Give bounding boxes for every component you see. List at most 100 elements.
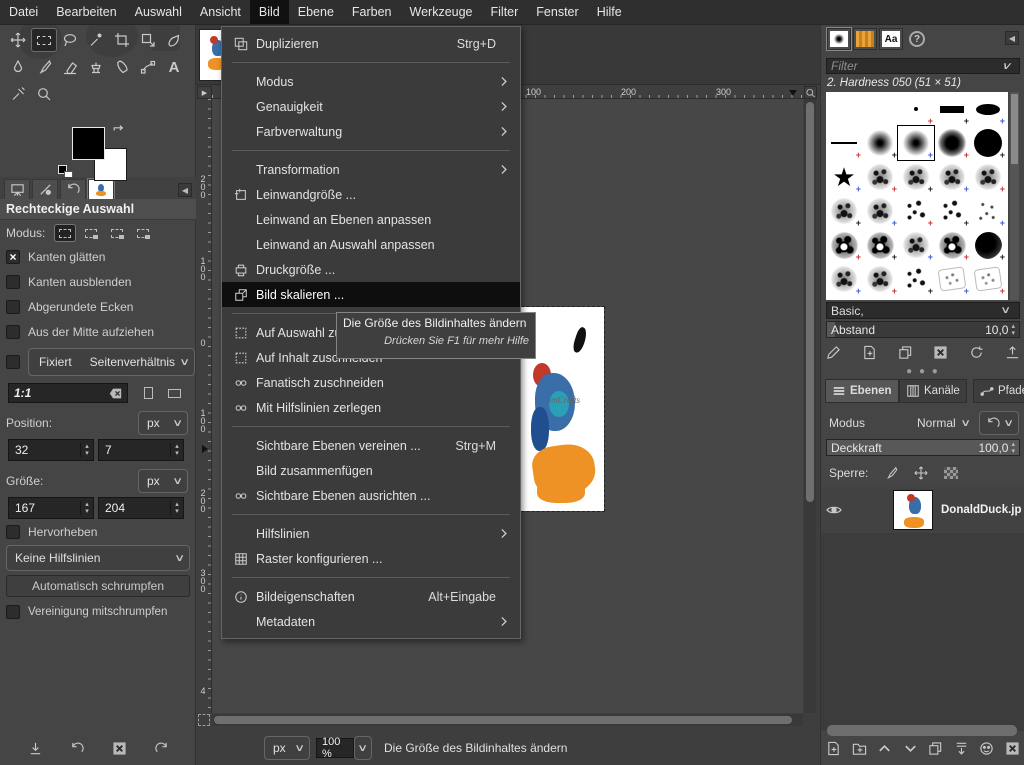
fixed-dropdown[interactable]: Fixiert Seitenverhältnis ∨ (28, 348, 195, 376)
menubar-item-fenster[interactable]: Fenster (527, 0, 587, 24)
layer-thumbnail[interactable] (893, 490, 933, 530)
brush-item[interactable]: ★+ (826, 160, 862, 194)
mode-replace-button[interactable] (55, 225, 75, 241)
menu-item-bild-skalieren[interactable]: Bild skalieren ... (222, 282, 520, 307)
menu-item-duplizieren[interactable]: DuplizierenStrg+D (222, 31, 520, 56)
fixed-checkbox[interactable] (6, 355, 20, 369)
free-select-tool[interactable] (58, 29, 82, 51)
fuzzy-select-tool[interactable] (84, 29, 108, 51)
brush-item[interactable]: + (862, 160, 898, 194)
landscape-icon[interactable] (164, 384, 184, 402)
brush-item[interactable]: + (970, 262, 1006, 296)
brush-item[interactable]: + (934, 194, 970, 228)
menu-item-bild-zusammenfügen[interactable]: Bild zusammenfügen (222, 458, 520, 483)
layer-opacity-slider[interactable]: Deckkraft 100,0 ▴▾ (826, 439, 1020, 456)
clone-tool[interactable] (84, 56, 108, 78)
menubar-item-filter[interactable]: Filter (482, 0, 528, 24)
menu-item-transformation[interactable]: Transformation (222, 157, 520, 182)
brush-item[interactable]: + (934, 126, 970, 160)
crop-tool[interactable] (110, 29, 134, 51)
layer-mode-dropdown[interactable]: Normal∨ (917, 416, 969, 430)
menu-item-raster-konfigurieren[interactable]: Raster konfigurieren ... (222, 546, 520, 571)
brush-group-dropdown[interactable]: Basic,∨ (826, 302, 1020, 319)
tab-undo-history[interactable] (60, 179, 86, 199)
color-picker-tool[interactable] (6, 83, 30, 105)
position-y-spinner[interactable]: 7▴▾ (98, 439, 184, 461)
lock-pixels-icon[interactable] (884, 466, 898, 480)
mode-subtract-button[interactable] (107, 225, 127, 241)
mode-intersect-button[interactable] (133, 225, 153, 241)
clear-icon[interactable] (109, 387, 122, 400)
brush-item[interactable]: + (934, 262, 970, 296)
position-unit-dropdown[interactable]: px∨ (138, 411, 188, 435)
brush-item[interactable]: + (934, 92, 970, 126)
brush-item[interactable] (826, 92, 862, 126)
foreground-color-swatch[interactable] (72, 127, 105, 160)
new-brush-icon[interactable] (862, 345, 877, 360)
brush-item[interactable]: + (898, 126, 934, 160)
statusbar-zoom-value[interactable]: 100 % (316, 738, 354, 758)
brush-item[interactable]: + (862, 228, 898, 262)
brush-item[interactable]: + (970, 160, 1006, 194)
menubar-item-hilfe[interactable]: Hilfe (588, 0, 631, 24)
brush-spacing-slider[interactable]: Abstand 10,0 ▴▾ (826, 321, 1020, 338)
refresh-brushes-icon[interactable] (969, 345, 984, 360)
brush-item[interactable]: + (862, 194, 898, 228)
tab-image-thumbnail[interactable] (88, 179, 114, 199)
menubar-item-ebene[interactable]: Ebene (289, 0, 343, 24)
duplicate-brush-icon[interactable] (898, 345, 913, 360)
eraser-tool[interactable] (58, 56, 82, 78)
checkbox-aus-der-mitte-aufziehen[interactable] (6, 325, 20, 339)
collapse-right-dock-icon[interactable]: ◀ (1005, 31, 1019, 45)
layer-row[interactable]: DonaldDuck.jp (821, 487, 1024, 533)
shrink-merged-checkbox[interactable] (6, 605, 20, 619)
collapse-left-dock-icon[interactable]: ◀ (178, 183, 192, 197)
delete-layer-icon[interactable] (1005, 741, 1020, 756)
statusbar-unit-dropdown[interactable]: px∨ (264, 736, 310, 760)
transform-tool[interactable] (136, 29, 160, 51)
brush-item[interactable]: + (862, 126, 898, 160)
brush-filter-input[interactable]: Filter ∨ (826, 58, 1020, 74)
tab-device-status[interactable] (32, 179, 58, 199)
rectangle-select-tool[interactable] (32, 29, 56, 51)
menu-item-fanatisch-zuschneiden[interactable]: Fanatisch zuschneiden (222, 370, 520, 395)
paintbrush-tool[interactable] (32, 56, 56, 78)
layer-visibility-icon[interactable] (821, 502, 847, 518)
zoom-follow-window-icon[interactable] (804, 86, 817, 99)
menu-item-sichtbare-ebenen-ausrichten[interactable]: Sichtbare Ebenen ausrichten ... (222, 483, 520, 508)
brush-item[interactable]: + (970, 126, 1006, 160)
dock-splitter[interactable]: ● ● ● (821, 369, 1024, 375)
mode-add-button[interactable] (81, 225, 101, 241)
lock-alpha-icon[interactable] (944, 467, 958, 479)
smudge-tool[interactable] (110, 56, 134, 78)
brush-item[interactable]: + (970, 92, 1006, 126)
brush-item[interactable]: + (826, 194, 862, 228)
portrait-icon[interactable] (138, 384, 158, 402)
raise-layer-icon[interactable] (877, 741, 892, 756)
layer-mode-switch-button[interactable]: ∨ (979, 411, 1019, 435)
menu-item-hilfslinien[interactable]: Hilfslinien (222, 521, 520, 546)
brush-grid[interactable]: ++++++++★++++++++++++++++++++ (826, 92, 1008, 300)
edit-brush-icon[interactable] (826, 345, 841, 360)
menu-item-druckgröße[interactable]: Druckgröße ... (222, 257, 520, 282)
tab-ebenen[interactable]: Ebenen (825, 379, 899, 403)
lower-layer-icon[interactable] (903, 741, 918, 756)
text-tool[interactable]: A (162, 56, 186, 78)
tab-pfade[interactable]: Pfade (973, 379, 1024, 403)
brush-item[interactable]: + (898, 262, 934, 296)
merge-layer-icon[interactable] (954, 741, 969, 756)
brush-item[interactable] (862, 92, 898, 126)
checkbox-kanten-ausblenden[interactable] (6, 275, 20, 289)
menu-item-genauigkeit[interactable]: Genauigkeit (222, 94, 520, 119)
layers-scrollbar[interactable] (827, 725, 1017, 736)
checkbox-abgerundete-ecken[interactable] (6, 300, 20, 314)
brush-item[interactable]: + (934, 228, 970, 262)
size-height-spinner[interactable]: 204▴▾ (98, 497, 184, 519)
help-icon[interactable]: ? (905, 28, 929, 50)
menubar-item-auswahl[interactable]: Auswahl (126, 0, 191, 24)
duplicate-layer-icon[interactable] (928, 741, 943, 756)
menubar-item-bearbeiten[interactable]: Bearbeiten (47, 0, 125, 24)
delete-tool-preset-icon[interactable] (112, 741, 127, 756)
zoom-tool[interactable] (32, 83, 56, 105)
open-brush-icon[interactable] (1005, 345, 1020, 360)
